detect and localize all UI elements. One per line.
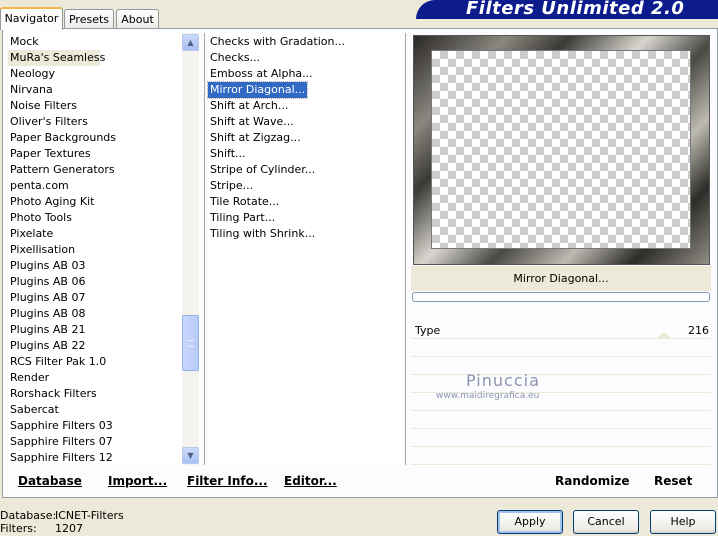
param-row-empty — [411, 430, 711, 447]
filter-item[interactable]: Stripe of Cylinder... — [208, 162, 317, 178]
filter-item[interactable]: Tiling Part... — [208, 210, 277, 226]
filter-item[interactable]: Shift at Arch... — [208, 98, 290, 114]
category-item[interactable]: Photo Aging Kit — [8, 194, 94, 210]
help-button[interactable]: Help — [650, 510, 716, 534]
category-item[interactable]: MuRa's Seamless — [8, 50, 105, 66]
category-item[interactable]: Oliver's Filters — [8, 114, 88, 130]
progress-bar — [412, 292, 710, 302]
import-button[interactable]: Import... — [108, 474, 167, 488]
param-row-empty — [411, 412, 711, 429]
status-filters-value: 1207 — [55, 522, 83, 535]
filter-item[interactable]: Shift at Zigzag... — [208, 130, 303, 146]
category-list[interactable]: Mock MuRa's Seamless Neology Nirvana Noise F… — [8, 33, 200, 465]
randomize-button[interactable]: Randomize — [555, 474, 629, 488]
filter-item[interactable]: Shift... — [208, 146, 248, 162]
category-item[interactable]: Plugins AB 07 — [8, 290, 85, 306]
category-item[interactable]: Mock — [8, 34, 39, 50]
app-title: Filters Unlimited 2.0 — [466, 0, 685, 19]
divider — [405, 33, 406, 465]
param-row-empty — [411, 340, 711, 357]
watermark-site: www.maidiregrafica.eu — [436, 391, 540, 401]
category-item[interactable]: Sabercat — [8, 402, 59, 418]
category-item[interactable]: Plugins AB 03 — [8, 258, 85, 274]
status-database-value: ICNET-Filters — [55, 509, 124, 522]
param-row-empty — [411, 448, 711, 465]
parameters-panel: Type 216 — [411, 305, 711, 465]
category-item[interactable]: Rorshack Filters — [8, 386, 97, 402]
tab-navigator[interactable]: Navigator — [0, 7, 63, 30]
category-item[interactable]: Photo Tools — [8, 210, 72, 226]
category-item[interactable]: Nirvana — [8, 82, 53, 98]
filter-item[interactable]: Tiling with Shrink... — [208, 226, 317, 242]
category-item[interactable]: Pattern Generators — [8, 162, 115, 178]
category-item[interactable]: Noise Filters — [8, 98, 77, 114]
category-item[interactable]: Sapphire Filters 07 — [8, 434, 113, 450]
cancel-button[interactable]: Cancel — [573, 510, 639, 534]
category-item[interactable]: RCS Filter Pak 1.0 — [8, 354, 106, 370]
category-item[interactable]: Plugins AB 21 — [8, 322, 85, 338]
category-item[interactable]: Plugins AB 22 — [8, 338, 85, 354]
scroll-up-button[interactable]: ▲ — [182, 34, 199, 51]
status-filters-label: Filters: — [0, 522, 37, 535]
scroll-down-button[interactable]: ▼ — [182, 447, 199, 464]
status-filters: Filters: 1207 — [0, 522, 200, 536]
filter-item[interactable]: Tile Rotate... — [208, 194, 281, 210]
scroll-thumb[interactable] — [182, 315, 199, 371]
filter-item[interactable]: Mirror Diagonal... — [206, 81, 309, 99]
category-item[interactable]: Neology — [8, 66, 55, 82]
apply-button[interactable]: Apply — [497, 510, 563, 534]
filter-item[interactable]: Checks with Gradation... — [208, 34, 347, 50]
category-item[interactable]: Plugins AB 06 — [8, 274, 85, 290]
filter-item[interactable]: Stripe... — [208, 178, 255, 194]
status-database-label: Database: — [0, 509, 57, 522]
divider — [204, 33, 205, 465]
filter-item[interactable]: Emboss at Alpha... — [208, 66, 315, 82]
category-item[interactable]: Plugins AB 08 — [8, 306, 85, 322]
category-item[interactable]: Pixellisation — [8, 242, 75, 258]
category-item[interactable]: Sapphire Filters 12 — [8, 450, 113, 466]
category-item[interactable]: penta.com — [8, 178, 69, 194]
category-item[interactable]: Paper Backgrounds — [8, 130, 116, 146]
category-item[interactable]: Sapphire Filters 03 — [8, 418, 113, 434]
reset-button[interactable]: Reset — [654, 474, 692, 488]
editor-button[interactable]: Editor... — [284, 474, 337, 488]
preview-filter-name: Mirror Diagonal... — [411, 266, 711, 291]
slider-marker-icon[interactable] — [656, 332, 672, 339]
filter-item[interactable]: Checks... — [208, 50, 262, 66]
filter-info-button[interactable]: Filter Info... — [187, 474, 268, 488]
param-value: 216 — [688, 324, 709, 337]
tab-about[interactable]: About — [116, 9, 159, 29]
category-item[interactable]: Paper Textures — [8, 146, 91, 162]
filter-list[interactable]: Checks with Gradation... Checks... Emboss … — [206, 33, 404, 465]
param-row-empty — [411, 358, 711, 375]
grip-icon — [188, 340, 194, 347]
status-database: Database: ICNET-Filters — [0, 509, 200, 523]
category-scrollbar[interactable]: ▲ ▼ — [182, 33, 199, 465]
category-item[interactable]: Render — [8, 370, 49, 386]
tab-presets[interactable]: Presets — [64, 9, 114, 29]
transparency-checkerboard — [432, 51, 690, 248]
param-label: Type — [415, 324, 441, 337]
watermark-name: Pinuccia — [466, 371, 540, 390]
database-button[interactable]: Database — [18, 474, 82, 488]
filter-item[interactable]: Shift at Wave... — [208, 114, 296, 130]
category-item[interactable]: Pixelate — [8, 226, 53, 242]
